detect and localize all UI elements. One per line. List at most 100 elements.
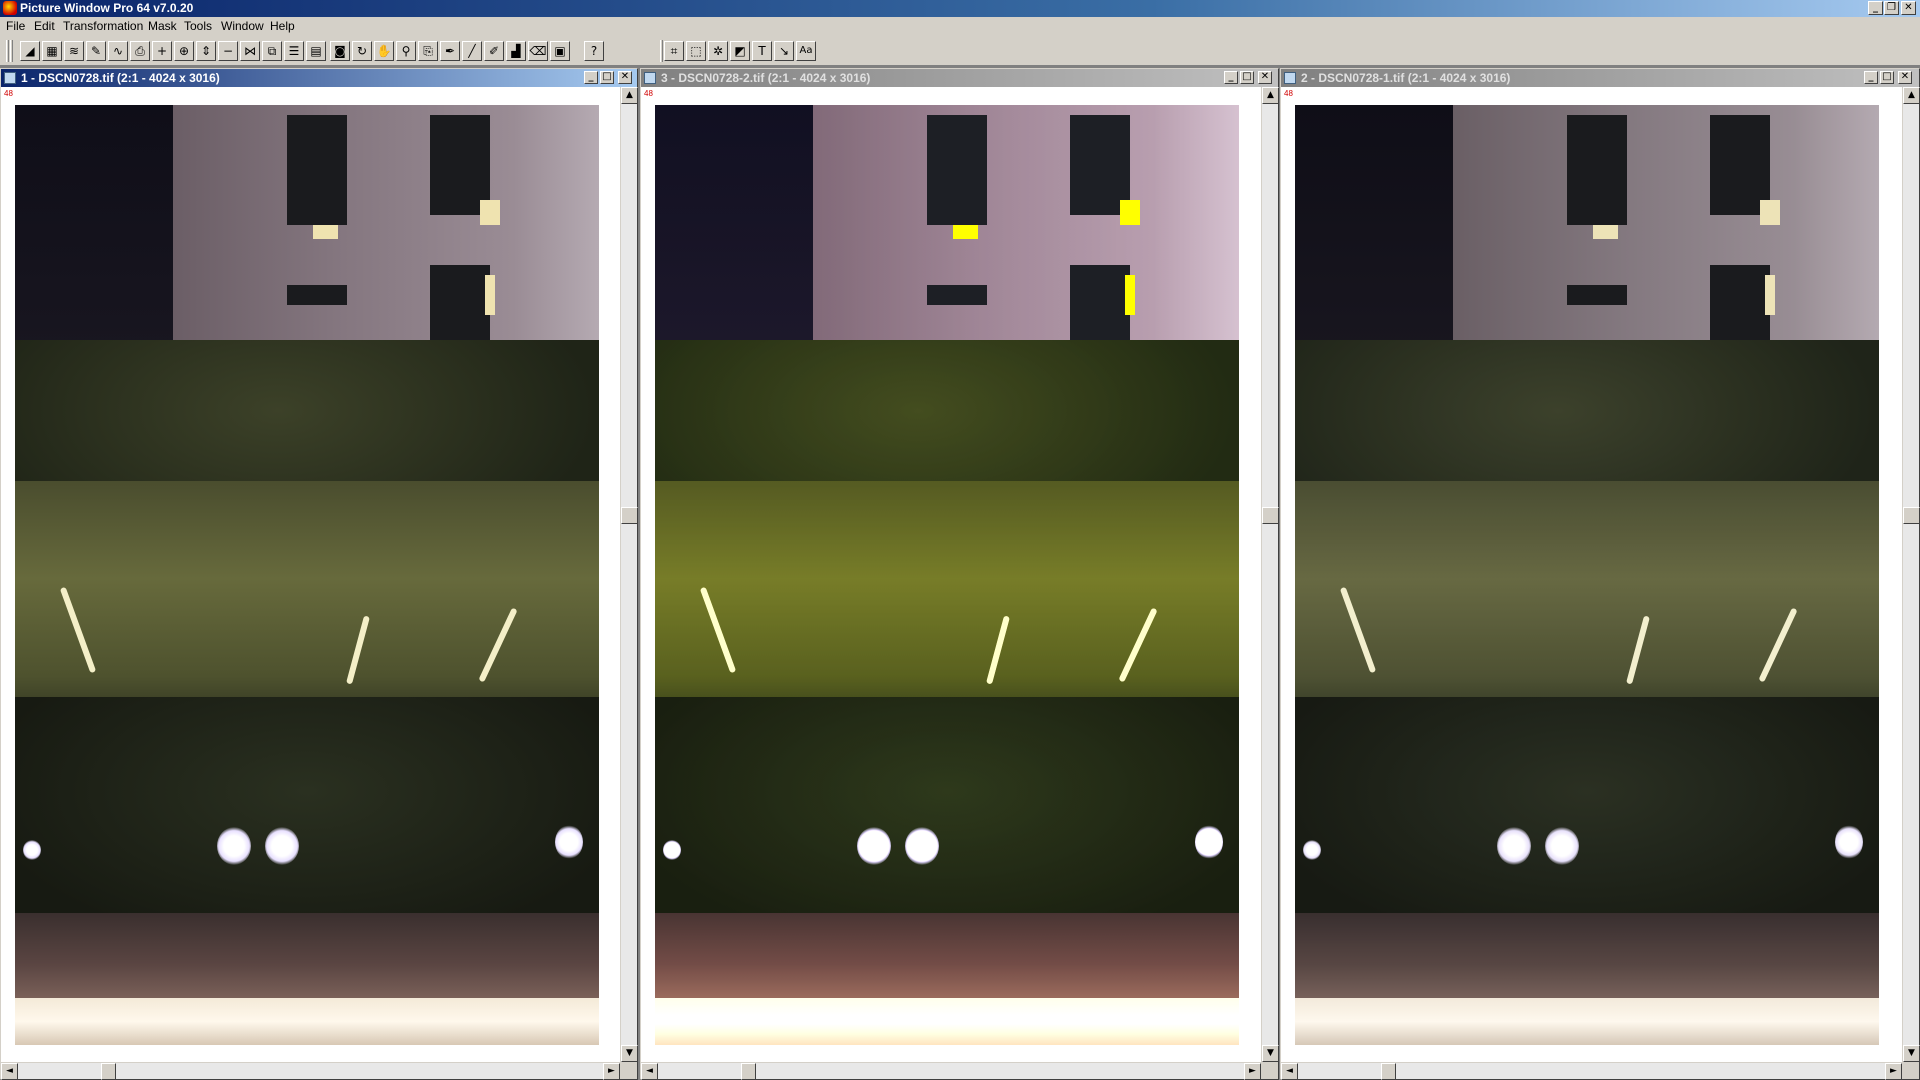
close-button[interactable]: ✕ — [1901, 1, 1916, 15]
image-window-2[interactable]: 2 - DSCN0728-1.tif (2:1 - 4024 x 3016) _… — [1280, 68, 1920, 1080]
maximize-button[interactable]: □ — [1240, 71, 1254, 84]
vertical-scrollbar[interactable]: ▲ ▼ — [1902, 87, 1920, 1062]
image-window-1[interactable]: 1 - DSCN0728.tif (2:1 - 4024 x 3016) _ □… — [0, 68, 638, 1080]
clone-icon[interactable]: ⎘ — [418, 41, 438, 61]
levels-icon[interactable]: ◢ — [20, 41, 40, 61]
scroll-left-button[interactable]: ◄ — [1, 1063, 18, 1080]
split-icon[interactable]: ⋈ — [240, 41, 260, 61]
scroll-up-button[interactable]: ▲ — [1262, 87, 1279, 104]
curve-icon[interactable]: ∿ — [108, 41, 128, 61]
star-icon[interactable]: ✲ — [708, 41, 728, 61]
scroll-down-button[interactable]: ▼ — [1262, 1045, 1279, 1062]
menu-tools[interactable]: Tools — [184, 17, 212, 36]
minimize-button[interactable]: _ — [1864, 71, 1878, 84]
scroll-right-button[interactable]: ► — [603, 1063, 620, 1080]
gradient-icon[interactable]: ◩ — [730, 41, 750, 61]
help-icon[interactable]: ? — [584, 41, 604, 61]
target-icon[interactable]: ⊕ — [174, 41, 194, 61]
scroll-left-button[interactable]: ◄ — [641, 1063, 658, 1080]
copy-icon[interactable]: ⧉ — [262, 41, 282, 61]
image-canvas[interactable] — [15, 105, 599, 1045]
brush-icon[interactable]: ✎ — [86, 41, 106, 61]
title-bar[interactable]: Picture Window Pro 64 v7.0.20 _ ❐ ✕ — [0, 0, 1920, 17]
restore-button[interactable]: ❐ — [1884, 1, 1899, 15]
pen-icon[interactable]: ✒ — [440, 41, 460, 61]
photo-region — [927, 285, 987, 305]
scroll-thumb[interactable] — [1903, 507, 1920, 524]
text-tool-icon[interactable]: T — [752, 41, 772, 61]
image-window-3[interactable]: 3 - DSCN0728-2.tif (2:1 - 4024 x 3016) _… — [640, 68, 1279, 1080]
minimize-button[interactable]: _ — [1224, 71, 1238, 84]
app-window: Picture Window Pro 64 v7.0.20 _ ❐ ✕ File… — [0, 0, 1920, 1080]
histogram-icon[interactable]: ▟ — [506, 41, 526, 61]
scroll-thumb[interactable] — [741, 1063, 756, 1080]
grid-icon[interactable]: ▦ — [42, 41, 62, 61]
vertical-scrollbar[interactable]: ▲ ▼ — [620, 87, 638, 1062]
scroll-thumb[interactable] — [101, 1063, 116, 1080]
scroll-down-button[interactable]: ▼ — [1903, 1045, 1920, 1062]
toolbar-grip[interactable] — [6, 40, 9, 62]
maximize-button[interactable]: □ — [600, 71, 614, 84]
arrow-icon[interactable]: ↘ — [774, 41, 794, 61]
minus-icon[interactable]: − — [218, 41, 238, 61]
minimize-button[interactable]: _ — [1868, 1, 1883, 15]
photo-region — [23, 840, 41, 860]
app-icon[interactable] — [3, 1, 17, 15]
menu-mask[interactable]: Mask — [148, 17, 177, 36]
close-button[interactable]: ✕ — [1258, 71, 1272, 84]
list-icon[interactable]: ☰ — [284, 41, 304, 61]
add-icon[interactable]: + — [152, 41, 172, 61]
scroll-right-button[interactable]: ► — [1244, 1063, 1261, 1080]
crop-icon[interactable]: ⌗ — [664, 41, 684, 61]
camera-icon[interactable]: ◙ — [330, 41, 350, 61]
hand-icon[interactable]: ✋ — [374, 41, 394, 61]
scroll-up-button[interactable]: ▲ — [1903, 87, 1920, 104]
toolbar-grip[interactable] — [660, 40, 663, 62]
horizontal-scrollbar[interactable]: ◄ ► — [641, 1062, 1261, 1080]
resize-icon[interactable]: ⇕ — [196, 41, 216, 61]
scroll-thumb[interactable] — [1262, 507, 1279, 524]
menu-transformation[interactable]: Transformation — [63, 17, 143, 36]
layers-icon[interactable]: ▤ — [306, 41, 326, 61]
scroll-thumb[interactable] — [621, 507, 638, 524]
window-title-bar[interactable]: 3 - DSCN0728-2.tif (2:1 - 4024 x 3016) _… — [641, 69, 1278, 87]
menu-edit[interactable]: Edit — [34, 17, 55, 36]
scroll-up-button[interactable]: ▲ — [621, 87, 638, 104]
select-icon[interactable]: ⬚ — [686, 41, 706, 61]
wave-icon[interactable]: ≋ — [64, 41, 84, 61]
zoom-icon[interactable]: ⚲ — [396, 41, 416, 61]
close-button[interactable]: ✕ — [1898, 71, 1912, 84]
minimize-button[interactable]: _ — [584, 71, 598, 84]
resize-corner[interactable] — [620, 1062, 637, 1079]
scroll-thumb[interactable] — [1381, 1063, 1396, 1080]
rotate-icon[interactable]: ↻ — [352, 41, 372, 61]
close-button[interactable]: ✕ — [618, 71, 632, 84]
window-title-bar[interactable]: 2 - DSCN0728-1.tif (2:1 - 4024 x 3016) _… — [1281, 69, 1919, 87]
horizontal-scrollbar[interactable]: ◄ ► — [1281, 1062, 1902, 1080]
photo-region — [953, 225, 978, 239]
font-icon[interactable]: Aa — [796, 41, 816, 61]
scroll-right-button[interactable]: ► — [1885, 1063, 1902, 1080]
line-icon[interactable]: ╱ — [462, 41, 482, 61]
window-title-bar[interactable]: 1 - DSCN0728.tif (2:1 - 4024 x 3016) _ □… — [1, 69, 637, 87]
photo-region — [655, 697, 1239, 933]
menu-file[interactable]: File — [6, 17, 25, 36]
snapshot-icon[interactable]: ▣ — [550, 41, 570, 61]
scroll-down-button[interactable]: ▼ — [621, 1045, 638, 1062]
image-canvas[interactable] — [655, 105, 1239, 1045]
scroll-left-button[interactable]: ◄ — [1281, 1063, 1298, 1080]
photo-region — [485, 275, 495, 315]
print-icon[interactable]: ⎙ — [130, 41, 150, 61]
paint-icon[interactable]: ✐ — [484, 41, 504, 61]
toolbar-grip[interactable] — [10, 40, 13, 62]
photo-region — [1593, 225, 1618, 239]
menu-window[interactable]: Window — [221, 17, 264, 36]
menu-help[interactable]: Help — [270, 17, 295, 36]
maximize-button[interactable]: □ — [1880, 71, 1894, 84]
resize-corner[interactable] — [1261, 1062, 1278, 1079]
resize-corner[interactable] — [1902, 1062, 1919, 1079]
vertical-scrollbar[interactable]: ▲ ▼ — [1261, 87, 1279, 1062]
eraser-icon[interactable]: ⌫ — [528, 41, 548, 61]
horizontal-scrollbar[interactable]: ◄ ► — [1, 1062, 620, 1080]
image-canvas[interactable] — [1295, 105, 1879, 1045]
